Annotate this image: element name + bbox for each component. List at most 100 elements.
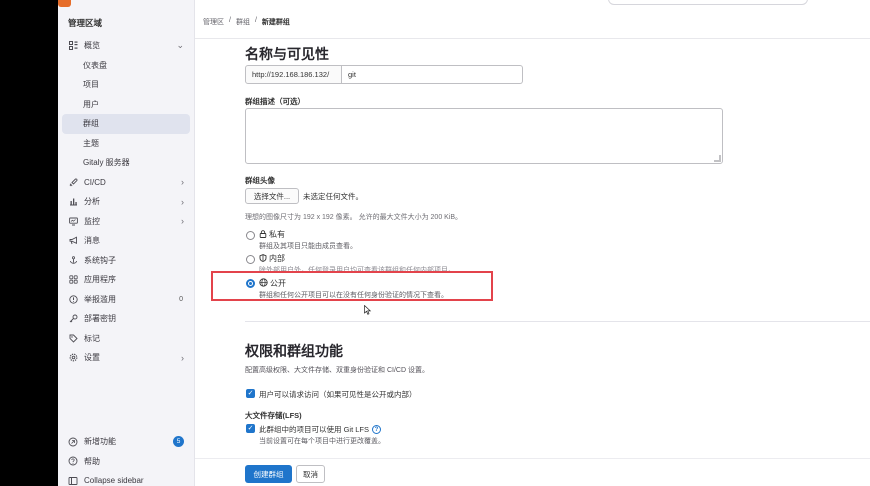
breadcrumb-separator: / [254,17,257,24]
sidebar-item-7[interactable]: CI/CD › [58,173,194,193]
sidebar-item-15[interactable]: 标记 [58,329,194,349]
gear-icon [67,352,79,364]
sidebar-item-label: 分析 [84,197,100,207]
top-bar [195,0,870,12]
sidebar-item-label: 系统钩子 [84,255,116,265]
section-divider [245,321,870,322]
help-icon [67,455,79,467]
sidebar-bottom-label: 新增功能 [84,437,116,447]
group-url-prefix: http://192.168.186.132/ [245,65,342,84]
permissions-desc: 配置高级权限、大文件存储、双重身份验证和 CI/CD 设置。 [245,367,429,374]
bullhorn-icon [67,235,79,247]
breadcrumb-item[interactable]: 管理区 [203,17,224,27]
sidebar-item-label: 部署密钥 [84,314,116,324]
sidebar-item-6[interactable]: Gitaly 服务器 [58,153,194,173]
create-group-button[interactable]: 创建群组 [245,465,292,483]
screen: 管理区域 概览 ⌄ 仪表盘 项目 用户 群组 主题 Gitaly 服务器 CI/CD › 分析 › 监控… [0,0,870,486]
sidebar-item-label: 监控 [84,216,100,226]
rocket-icon [67,176,79,188]
chevron-down-icon: ⌄ [176,40,184,51]
sidebar-title: 管理区域 [68,18,103,28]
sidebar-item-10[interactable]: 消息 [58,231,194,251]
section-title-name-visibility: 名称与可见性 [245,46,329,62]
sidebar-item-label: Gitaly 服务器 [83,158,130,168]
sidebar-item-0[interactable]: 概览 ⌄ [58,36,194,56]
breadcrumb-item[interactable]: 群组 [236,17,250,27]
sidebar-item-4[interactable]: 群组 [62,114,190,134]
sidebar-item-label: 应用程序 [84,275,116,285]
request-access-checkbox[interactable]: ✓ [246,389,255,398]
group-path-input[interactable]: git [342,65,523,84]
sidebar-item-label: 概览 [84,41,100,51]
whats-new-icon [67,436,79,448]
lfs-checkbox[interactable]: ✓ [246,424,255,433]
sidebar-item-9[interactable]: 监控 › [58,212,194,232]
chevron-right-icon: › [181,177,184,188]
sidebar-item-label: 举报滥用 [84,294,116,304]
search-input[interactable] [608,0,808,5]
sidebar-item-1[interactable]: 仪表盘 [58,56,194,76]
question-icon[interactable]: ? [372,425,382,434]
sidebar-item-3[interactable]: 用户 [58,95,194,115]
sidebar-bottom-item-0[interactable]: 新增功能 5 [58,432,194,452]
avatar-help: 理想的图像尺寸为 192 x 192 像素。 允许的最大文件大小为 200 Ki… [245,214,463,221]
sidebar-item-2[interactable]: 项目 [58,75,194,95]
shield-icon [259,253,267,264]
key-icon [67,313,79,325]
request-access-label: 用户可以请求访问（如果可见性是公开或内部） [259,390,417,399]
sidebar-item-5[interactable]: 主题 [58,134,194,154]
visibility-private-label: 私有 [259,229,285,240]
visibility-internal-radio[interactable] [246,255,255,264]
sidebar-item-11[interactable]: 系统钩子 [58,251,194,271]
choose-file-button[interactable]: 选择文件... [245,188,299,204]
apps-icon [67,274,79,286]
collapse-icon [67,475,79,486]
brand-tab [58,0,71,7]
sidebar-item-label: 消息 [84,236,100,246]
label-icon [67,332,79,344]
left-edge [0,0,58,486]
sidebar-item-label: CI/CD [84,177,106,187]
sidebar-item-label: 标记 [84,333,100,343]
breadcrumb-item: 新建群组 [261,19,290,26]
lfs-help: 当前设置可在每个项目中进行更改覆盖。 [259,438,385,445]
file-status: 未选定任何文件。 [303,192,363,201]
visibility-private-radio[interactable] [246,231,255,240]
sidebar-item-8[interactable]: 分析 › [58,192,194,212]
abuse-icon [67,293,79,305]
overview-icon [67,40,79,52]
sidebar-bottom-label: Collapse sidebar [84,476,144,486]
monitor-icon [67,215,79,227]
avatar-label: 群组头像 [245,176,275,185]
sidebar-bottom-item-2[interactable]: Collapse sidebar [58,471,194,486]
sidebar-bottom-item-1[interactable]: 帮助 [58,452,194,472]
admin-sidebar: 管理区域 概览 ⌄ 仪表盘 项目 用户 群组 主题 Gitaly 服务器 CI/CD › 分析 › 监控… [58,0,195,486]
resize-handle-icon[interactable] [714,155,721,162]
sidebar-item-14[interactable]: 部署密钥 [58,309,194,329]
sidebar-nav: 概览 ⌄ 仪表盘项目用户群组主题 Gitaly 服务器 CI/CD › 分析 › 监控 › 消息系统… [58,36,194,368]
lfs-title: 大文件存储(LFS) [245,411,302,420]
chart-icon [67,196,79,208]
sidebar-bottom-label: 帮助 [84,456,100,466]
breadcrumb-separator: / [229,17,231,24]
mouse-pointer-icon [364,305,372,315]
breadcrumb-divider [195,38,870,39]
sidebar-item-label: 设置 [84,353,100,363]
breadcrumb: 管理区 / 群组 / 新建群组 [203,17,290,27]
description-label: 群组描述（可选） [245,97,305,106]
highlight-box [211,271,493,301]
main-content: 管理区 / 群组 / 新建群组 名称与可见性 http://192.168.186.13… [195,12,870,486]
sidebar-item-13[interactable]: 举报滥用 0 [58,290,194,310]
sidebar-bottom-nav: 新增功能 5 帮助 Collapse sidebar [58,432,194,486]
visibility-private-desc: 群组及其项目只能由成员查看。 [259,243,357,250]
description-textarea[interactable] [245,108,723,164]
chevron-right-icon: › [181,196,184,207]
cancel-button[interactable]: 取消 [296,465,325,483]
sidebar-item-16[interactable]: 设置 › [58,348,194,368]
sidebar-item-label: 项目 [83,80,99,90]
chevron-right-icon: › [181,216,184,227]
sidebar-item-12[interactable]: 应用程序 [58,270,194,290]
sidebar-item-label: 群组 [83,119,99,129]
chevron-right-icon: › [181,352,184,363]
sidebar-item-label: 用户 [83,99,99,109]
